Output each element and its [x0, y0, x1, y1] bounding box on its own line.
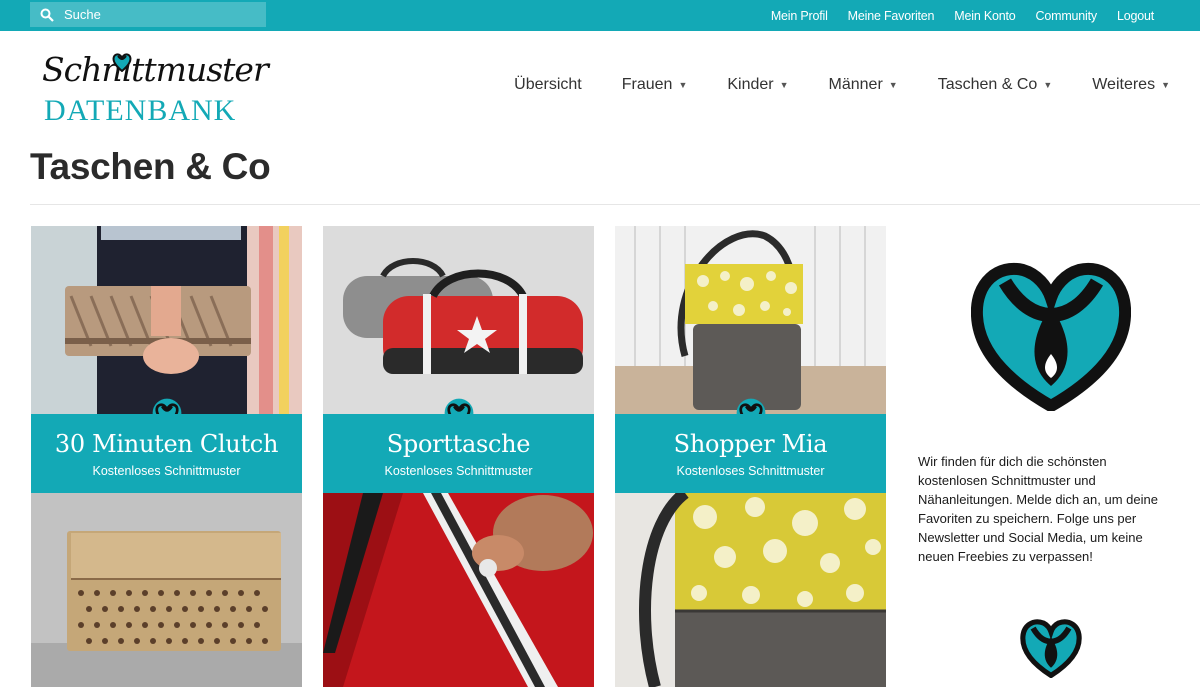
nav-item-kinder[interactable]: Kinder ▼	[727, 76, 788, 94]
nav-label: Übersicht	[514, 76, 582, 93]
nav-label: Kinder	[727, 76, 774, 93]
nav-item-taschen[interactable]: Taschen & Co ▼	[938, 76, 1053, 94]
card-caption: Shopper Mia Kostenloses Schnittmuster	[615, 414, 886, 493]
pattern-card-sporttasche[interactable]: Sporttasche Kostenloses Schnittmuster	[323, 226, 594, 687]
top-bar: Mein Profil Meine Favoriten Mein Konto C…	[0, 0, 1200, 31]
link-mein-profil[interactable]: Mein Profil	[771, 9, 828, 23]
main-nav: Übersicht Frauen ▼ Kinder ▼ Männer ▼ Tas…	[514, 76, 1170, 94]
nav-label: Taschen & Co	[937, 76, 1038, 93]
title-divider	[30, 204, 1200, 205]
heart-logo-icon	[1020, 619, 1082, 678]
shopper-photo-top	[615, 226, 886, 414]
link-community[interactable]: Community	[1036, 9, 1098, 23]
shopper-photo-bottom	[615, 493, 886, 687]
nav-item-weiteres[interactable]: Weiteres ▼	[1092, 76, 1170, 94]
nav-item-frauen[interactable]: Frauen ▼	[622, 76, 688, 94]
heart-logo-icon	[971, 262, 1131, 411]
caret-down-icon: ▼	[1161, 80, 1170, 90]
pattern-card-clutch[interactable]: 30 Minuten Clutch Kostenloses Schnittmus…	[31, 226, 302, 687]
sidebar: Wir finden für dich die schönsten kosten…	[915, 226, 1200, 687]
caret-down-icon: ▼	[779, 80, 789, 90]
site-logo[interactable]: Schnittmuster DATENBANK	[40, 50, 270, 130]
caret-down-icon: ▼	[678, 80, 688, 90]
logo-script-text: Schnittmuster	[42, 50, 269, 89]
link-meine-favoriten[interactable]: Meine Favoriten	[848, 9, 935, 23]
page-title: Taschen & Co	[30, 146, 271, 187]
nav-item-uebersicht[interactable]: Übersicht	[514, 76, 582, 94]
caret-down-icon: ▼	[1043, 80, 1053, 90]
card-title[interactable]: Shopper Mia	[615, 430, 886, 458]
card-caption: Sporttasche Kostenloses Schnittmuster	[323, 414, 594, 493]
sporttasche-photo-bottom	[323, 493, 594, 687]
account-links: Mein Profil Meine Favoriten Mein Konto C…	[771, 0, 1154, 31]
card-subtitle: Kostenloses Schnittmuster	[92, 464, 241, 478]
sidebar-info-text: Wir finden für dich die schönsten kosten…	[918, 454, 1158, 564]
nav-item-maenner[interactable]: Männer ▼	[829, 76, 898, 94]
link-mein-konto[interactable]: Mein Konto	[954, 9, 1015, 23]
sporttasche-photo-top	[323, 226, 594, 414]
card-subtitle: Kostenloses Schnittmuster	[384, 464, 533, 478]
card-subtitle: Kostenloses Schnittmuster	[676, 464, 825, 478]
nav-label: Frauen	[621, 76, 673, 93]
clutch-photo-top	[31, 226, 302, 414]
nav-label: Männer	[828, 76, 883, 93]
link-logout[interactable]: Logout	[1117, 9, 1154, 23]
card-title[interactable]: 30 Minuten Clutch	[31, 430, 302, 458]
nav-label: Weiteres	[1092, 76, 1156, 93]
search-icon	[40, 8, 54, 22]
card-caption: 30 Minuten Clutch Kostenloses Schnittmus…	[31, 414, 302, 493]
search-box[interactable]	[30, 2, 266, 27]
clutch-photo-bottom	[31, 493, 302, 687]
pattern-card-shopper-mia[interactable]: Shopper Mia Kostenloses Schnittmuster	[615, 226, 886, 687]
logo-brand-text: DATENBANK	[44, 94, 237, 127]
search-input[interactable]	[64, 7, 244, 22]
heart-logo-icon	[112, 53, 132, 72]
caret-down-icon: ▼	[888, 80, 898, 90]
card-title[interactable]: Sporttasche	[323, 430, 594, 458]
